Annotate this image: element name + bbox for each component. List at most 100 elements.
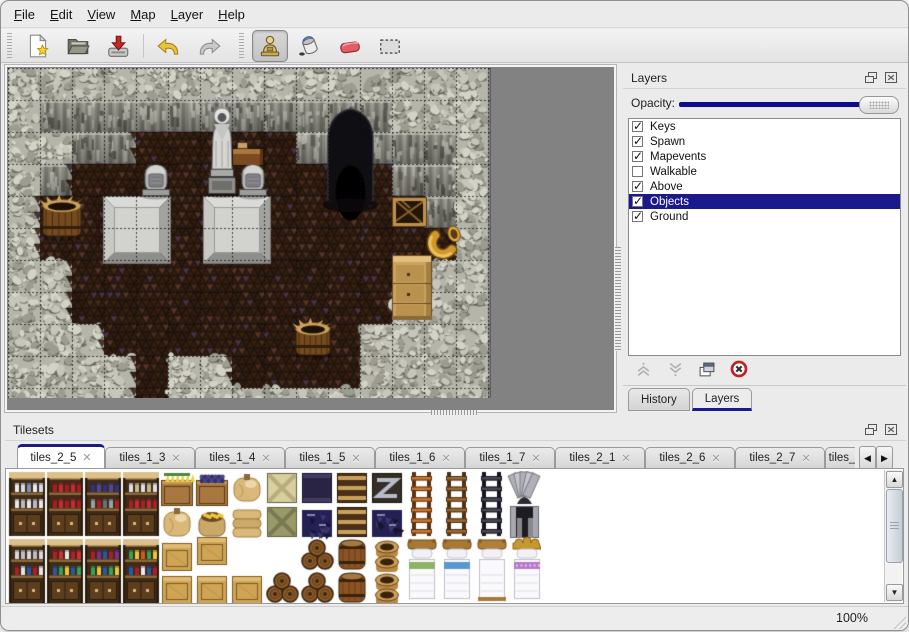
layer-name: Keys — [650, 121, 676, 133]
move-layer-down-button[interactable] — [665, 359, 685, 379]
toolbar-grip[interactable] — [239, 33, 244, 59]
new-file-button[interactable] — [20, 30, 56, 62]
zoom-level: 100% — [836, 611, 868, 625]
tab-close-icon[interactable]: ✕ — [82, 451, 91, 464]
layer-name: Spawn — [650, 136, 685, 148]
tab-tiles_1_7[interactable]: tiles_1_7✕ — [465, 447, 555, 468]
tileset-scrollbar[interactable]: ▲ ▼ — [884, 470, 902, 602]
eraser-icon — [337, 33, 363, 59]
layer-row-mapevents[interactable]: ✓ Mapevents — [629, 149, 900, 164]
fill-tool-button[interactable] — [292, 30, 328, 62]
move-layer-up-button[interactable] — [633, 359, 653, 379]
redo-button[interactable] — [191, 30, 227, 62]
stamp-icon — [257, 33, 283, 59]
layer-row-keys[interactable]: ✓ Keys — [629, 119, 900, 134]
tab-layers[interactable]: Layers — [692, 388, 753, 411]
close-panel-button[interactable] — [883, 71, 898, 85]
close-panel-button[interactable] — [883, 423, 898, 437]
tab-label: tiles_1_5 — [299, 452, 345, 464]
opacity-slider-handle[interactable] — [859, 96, 899, 114]
scrollbar-thumb[interactable] — [886, 489, 903, 563]
map-viewport[interactable] — [5, 65, 616, 412]
resize-grip[interactable] — [889, 612, 906, 629]
layer-row-above[interactable]: ✓Above — [629, 179, 900, 194]
menu-map[interactable]: Map — [130, 7, 155, 22]
tab-tiles_1_6[interactable]: tiles_1_6✕ — [375, 447, 465, 468]
tab-tiles_2_5[interactable]: tiles_2_5✕ — [17, 444, 105, 468]
undo-icon — [156, 33, 182, 59]
tileset-tab-bar: tiles_2_5✕tiles_1_3✕tiles_1_4✕ tiles_1_5 ✕… — [17, 444, 855, 468]
eraser-tool-button[interactable] — [332, 30, 368, 62]
status-bar: 100% — [1, 606, 908, 631]
tilesets-panel-title: Tilesets — [13, 423, 54, 437]
open-file-button[interactable] — [60, 30, 96, 62]
delete-layer-button[interactable] — [729, 359, 749, 379]
layer-checkbox[interactable]: ✓ — [632, 151, 643, 162]
delete-icon — [730, 360, 748, 378]
tab-label: tiles_2_1 — [569, 452, 615, 464]
layer-row-ground[interactable]: ✓Ground — [629, 209, 900, 224]
layers-panel: Layers Opacity: ✓Keys✓Spawn✓MapeventsWal… — [623, 65, 906, 411]
close-icon — [884, 423, 898, 436]
stamp-tool-button[interactable] — [252, 30, 288, 62]
tab-close-icon[interactable]: ✕ — [441, 452, 450, 465]
menu-layer[interactable]: Layer — [171, 7, 204, 22]
layer-name: Objects — [650, 196, 689, 208]
tab-label: tiles_2_7 — [749, 452, 795, 464]
tab-scroll-left-button[interactable]: ◀ — [859, 446, 876, 470]
tab-close-icon[interactable]: ✕ — [351, 452, 360, 465]
layer-checkbox[interactable]: ✓ — [632, 121, 643, 132]
tab-tiles_2_6[interactable]: tiles_2_6✕ — [645, 447, 735, 468]
layer-name: Mapevents — [650, 151, 706, 163]
tab-close-icon[interactable]: ✕ — [801, 452, 810, 465]
save-file-button[interactable] — [100, 30, 136, 62]
layer-checkbox[interactable]: ✓ — [632, 136, 643, 147]
tilesets-panel: Tilesets tiles_2_5✕tiles_1_3✕tiles_1_4✕t… — [5, 417, 906, 605]
menu-view[interactable]: View — [87, 7, 115, 22]
tab-tiles[interactable]: tiles_ — [825, 447, 855, 468]
tab-close-icon[interactable]: ✕ — [261, 452, 270, 465]
tab-close-icon[interactable]: ✕ — [621, 452, 630, 465]
float-panel-button[interactable] — [863, 423, 878, 437]
layer-row-objects[interactable]: ✓ Objects — [629, 194, 900, 209]
new-file-icon — [25, 33, 51, 59]
tab-close-icon[interactable]: ✕ — [711, 452, 720, 465]
tileset-canvas[interactable] — [8, 471, 541, 603]
layer-row-walkable[interactable]: Walkable — [629, 164, 900, 179]
map-canvas[interactable] — [8, 68, 491, 398]
float-panel-button[interactable] — [863, 71, 878, 85]
select-tool-button[interactable] — [372, 30, 408, 62]
undo-button[interactable] — [151, 30, 187, 62]
open-folder-icon — [65, 33, 91, 59]
layers-panel-title: Layers — [631, 71, 667, 85]
menu-edit[interactable]: Edit — [50, 7, 72, 22]
layer-toolbar — [633, 359, 749, 379]
tab-tiles_1_3[interactable]: tiles_1_3✕ — [105, 447, 195, 468]
tab-tiles_1_5[interactable]: tiles_1_5 ✕ — [285, 447, 375, 468]
redo-icon — [196, 33, 222, 59]
menu-bar: File Edit View Map Layer Help — [1, 1, 908, 28]
toolbar-grip[interactable] — [7, 33, 12, 59]
layer-row-spawn[interactable]: ✓ Spawn — [629, 134, 900, 149]
layer-checkbox[interactable]: ✓ — [632, 211, 643, 222]
paint-bucket-icon — [297, 33, 323, 59]
layer-checkbox[interactable]: ✓ — [632, 181, 643, 192]
tab-history[interactable]: History — [628, 388, 690, 411]
vertical-splitter[interactable] — [615, 247, 621, 351]
close-icon — [884, 71, 898, 84]
tab-scroll-right-button[interactable]: ▶ — [876, 446, 893, 470]
horizontal-splitter[interactable] — [431, 410, 477, 415]
tab-close-icon[interactable]: ✕ — [531, 452, 540, 465]
menu-help[interactable]: Help — [218, 7, 245, 22]
tab-tiles_2_1[interactable]: tiles_2_1 ✕ — [555, 447, 645, 468]
layer-checkbox[interactable] — [632, 166, 643, 177]
scroll-down-button[interactable]: ▼ — [886, 584, 903, 601]
tab-tiles_1_4[interactable]: tiles_1_4✕ — [195, 447, 285, 468]
tab-tiles_2_7[interactable]: tiles_2_7 ✕ — [735, 447, 825, 468]
tab-close-icon[interactable]: ✕ — [171, 452, 180, 465]
duplicate-layer-button[interactable] — [697, 359, 717, 379]
scroll-up-button[interactable]: ▲ — [886, 471, 903, 488]
tileset-content[interactable]: ▲ ▼ — [5, 468, 904, 604]
menu-file[interactable]: File — [14, 7, 35, 22]
layer-checkbox[interactable]: ✓ — [632, 196, 643, 207]
